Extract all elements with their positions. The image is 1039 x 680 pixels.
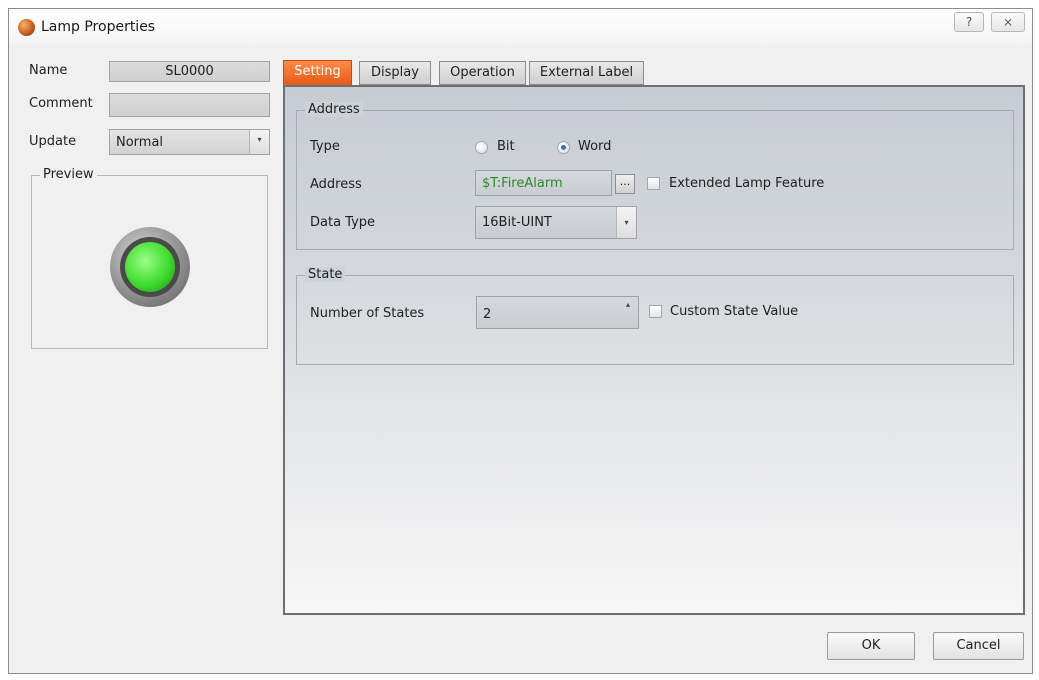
address-group-title: Address [305, 102, 363, 117]
address-value: $T:FireAlarm [482, 176, 563, 191]
state-group: State Number of States 2 ▴ Custom State … [296, 267, 1014, 365]
preview-group: Preview [31, 167, 268, 349]
comment-field[interactable] [109, 93, 270, 117]
state-group-title: State [305, 267, 346, 282]
address-field[interactable]: $T:FireAlarm [475, 170, 612, 196]
type-label: Type [310, 139, 340, 154]
lamp-properties-dialog: Lamp Properties ? ⨯ Name SL0000 Comment … [8, 8, 1033, 674]
title-bar: Lamp Properties ? ⨯ [9, 9, 1032, 45]
lamp-light [125, 242, 175, 292]
data-type-combo[interactable]: 16Bit-UINT ▾ [475, 206, 637, 239]
setting-tab-panel: Address Type Bit Word Address $T:FireAla… [283, 85, 1025, 615]
lamp-preview [110, 227, 190, 307]
help-icon: ? [965, 15, 973, 29]
type-bit-label[interactable]: Bit [497, 139, 515, 154]
custom-state-checkbox[interactable] [649, 305, 662, 318]
ok-button[interactable]: OK [827, 632, 915, 660]
close-icon: ⨯ [1002, 15, 1014, 29]
num-states-label: Number of States [310, 306, 425, 321]
tab-operation[interactable]: Operation [439, 61, 526, 85]
window-title: Lamp Properties [41, 19, 156, 35]
update-combo[interactable]: Normal ▾ [109, 129, 270, 155]
tab-display[interactable]: Display [359, 61, 431, 85]
spin-up-icon[interactable]: ▴ [618, 297, 638, 328]
update-value: Normal [116, 135, 164, 150]
extended-lamp-checkbox[interactable] [647, 177, 660, 190]
chevron-down-icon[interactable]: ▾ [249, 130, 269, 154]
type-word-radio[interactable] [557, 141, 570, 154]
update-label: Update [29, 134, 77, 149]
custom-state-label[interactable]: Custom State Value [670, 304, 798, 319]
num-states-spinner[interactable]: 2 ▴ [476, 296, 639, 329]
chevron-down-icon[interactable]: ▾ [616, 207, 636, 238]
name-label: Name [29, 63, 68, 78]
tab-external-label[interactable]: External Label [529, 61, 644, 85]
help-button[interactable]: ? [954, 12, 984, 32]
close-button[interactable]: ⨯ [991, 12, 1025, 32]
tab-setting[interactable]: Setting [283, 60, 352, 86]
preview-label: Preview [40, 167, 97, 182]
type-bit-radio[interactable] [475, 141, 488, 154]
cancel-button[interactable]: Cancel [933, 632, 1024, 660]
radio-selected-dot [561, 145, 566, 150]
comment-label: Comment [29, 96, 93, 111]
num-states-value: 2 [483, 307, 492, 322]
data-type-value: 16Bit-UINT [482, 215, 552, 230]
address-label: Address [310, 177, 362, 192]
type-word-label[interactable]: Word [578, 139, 611, 154]
lamp-bezel [120, 237, 180, 297]
name-value: SL0000 [165, 64, 214, 79]
data-type-label: Data Type [310, 215, 376, 230]
ellipsis-icon: ... [619, 175, 631, 188]
address-browse-button[interactable]: ... [615, 174, 635, 194]
address-group: Address Type Bit Word Address $T:FireAla… [296, 102, 1014, 250]
extended-lamp-label[interactable]: Extended Lamp Feature [669, 176, 824, 191]
name-field[interactable]: SL0000 [109, 61, 270, 82]
lamp-app-icon [18, 19, 35, 36]
